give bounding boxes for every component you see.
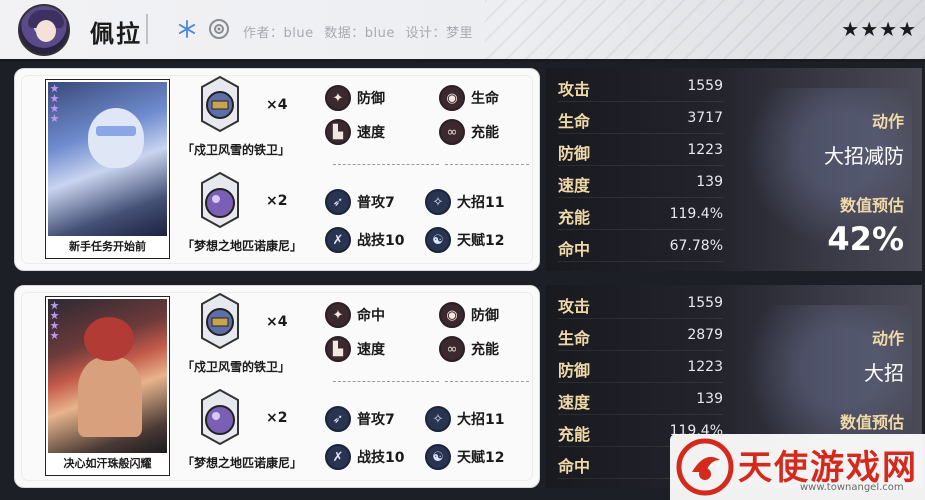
trace-basic-attack: ➶ 普攻7	[325, 404, 395, 434]
trace-talent: ☯ 天赋12	[425, 225, 504, 255]
divider	[445, 381, 529, 382]
relic-set-name: 「戍卫风雪的铁卫」	[182, 143, 291, 157]
relic-count: ×2	[266, 410, 288, 426]
action-value: 大招减防	[824, 144, 904, 168]
character-avatar	[18, 4, 70, 56]
character-name: 佩拉	[90, 20, 142, 48]
rarity-stars: ★★★★	[841, 17, 917, 41]
estimate-label: 数值预估	[839, 413, 904, 432]
action-label: 动作	[871, 112, 904, 131]
build-row-1: 新手任务开始前 ×4 「戍卫风雪的铁卫」 ×2 「梦想之地匹诺康尼」 ✦ 防御	[14, 68, 922, 271]
body-icon: ✦	[325, 302, 351, 328]
trace-ultimate: ✧ 大招11	[425, 404, 504, 434]
build-card: 决心如汗珠般闪耀 ×4 「戍卫风雪的铁卫」 ×2 「梦想之地匹诺康尼」 ✦ 命中…	[14, 285, 540, 488]
relic-count: ×4	[266, 314, 288, 330]
lightcone-art	[48, 299, 167, 453]
divider	[333, 164, 439, 165]
main-stat-body: ✦ 命中	[325, 300, 385, 330]
main-stat-sphere: ◉ 生命	[439, 83, 499, 113]
talent-icon: ☯	[425, 444, 451, 470]
build-card: 新手任务开始前 ×4 「戍卫风雪的铁卫」 ×2 「梦想之地匹诺康尼」 ✦ 防御	[14, 68, 540, 271]
relic-set-name: 「梦想之地匹诺康尼」	[182, 456, 303, 470]
trace-ultimate: ✧ 大招11	[425, 187, 504, 217]
nihility-path-icon	[209, 19, 229, 39]
stat-row: 速度 139	[558, 168, 723, 198]
lightcone-name: 决心如汗珠般闪耀	[63, 457, 152, 470]
stat-row: 防御 1223	[558, 353, 723, 383]
action-label: 动作	[871, 329, 904, 348]
ultimate-icon: ✧	[425, 406, 451, 432]
relic-set-2pc: ×2 「梦想之地匹诺康尼」	[180, 386, 328, 474]
trace-skill: ✗ 战技10	[325, 225, 404, 255]
divider	[445, 164, 529, 165]
lightcone-rarity-stars	[50, 84, 59, 123]
stat-row: 防御 1223	[558, 136, 723, 166]
sphere-icon: ◉	[439, 85, 465, 111]
relic-set-name: 「梦想之地匹诺康尼」	[182, 239, 303, 253]
skill-icon: ✗	[325, 444, 351, 470]
stat-row: 速度 139	[558, 385, 723, 415]
trace-skill: ✗ 战技10	[325, 442, 404, 472]
penacony-relic-icon	[201, 388, 239, 446]
rope-icon: ∞	[439, 336, 465, 362]
stat-row: 命中 67.78%	[558, 232, 723, 262]
main-stat-sphere: ◉ 防御	[439, 300, 499, 330]
relic-count: ×2	[266, 193, 288, 209]
ultimate-icon: ✧	[425, 189, 451, 215]
boots-icon: ▙	[325, 119, 351, 145]
main-stat-boots: ▙ 速度	[325, 334, 385, 364]
body-icon: ✦	[325, 85, 351, 111]
rope-icon: ∞	[439, 119, 465, 145]
stat-row: 攻击 1559	[558, 289, 723, 319]
main-stat-body: ✦ 防御	[325, 83, 385, 113]
watermark-url: www.townangel.com	[800, 482, 904, 493]
relic-set-2pc: ×2 「梦想之地匹诺康尼」	[180, 169, 328, 257]
sphere-icon: ◉	[439, 302, 465, 328]
relic-set-4pc: ×4 「戍卫风雪的铁卫」	[180, 73, 328, 161]
estimate-value: 42%	[827, 220, 904, 258]
header-divider	[146, 14, 148, 44]
credit-data: 数据：blue	[324, 26, 395, 41]
iron-guard-relic-icon	[201, 75, 239, 133]
trace-talent: ☯ 天赋12	[425, 442, 504, 472]
lightcone-portrait: 决心如汗珠般闪耀	[45, 296, 170, 476]
main-stat-boots: ▙ 速度	[325, 117, 385, 147]
stat-row: 攻击 1559	[558, 72, 723, 102]
main-stat-rope: ∞ 充能	[439, 334, 499, 364]
main-stat-rope: ∞ 充能	[439, 117, 499, 147]
boots-icon: ▙	[325, 336, 351, 362]
lightcone-art	[48, 82, 167, 236]
site-watermark: 天使游戏网 www.townangel.com	[670, 434, 925, 500]
relic-set-name: 「戍卫风雪的铁卫」	[182, 360, 291, 374]
bow-icon: ➶	[325, 406, 351, 432]
penacony-relic-icon	[201, 171, 239, 229]
lightcone-name: 新手任务开始前	[69, 240, 146, 253]
ice-element-icon	[178, 20, 196, 38]
relic-count: ×4	[266, 97, 288, 113]
iron-guard-relic-icon	[201, 292, 239, 350]
header-bar: 佩拉 作者：blue 数据：blue 设计：梦里 ★★★★	[0, 0, 925, 62]
lightcone-rarity-stars	[50, 301, 59, 340]
skill-icon: ✗	[325, 227, 351, 253]
estimate-label: 数值预估	[839, 196, 904, 215]
credits: 作者：blue 数据：blue 设计：梦里	[243, 22, 479, 41]
bow-icon: ➶	[325, 189, 351, 215]
credit-author: 作者：blue	[243, 26, 314, 41]
divider	[333, 381, 439, 382]
stats-panel: 攻击 1559 生命 3717 防御 1223 速度 139 充能 119.4% 命中 67…	[546, 68, 922, 271]
stat-row: 充能 119.4%	[558, 200, 723, 230]
talent-icon: ☯	[425, 227, 451, 253]
relic-set-4pc: ×4 「戍卫风雪的铁卫」	[180, 290, 328, 378]
lightcone-portrait: 新手任务开始前	[45, 79, 170, 259]
stat-row: 生命 3717	[558, 104, 723, 134]
action-value: 大招	[864, 361, 904, 385]
stat-row: 生命 2879	[558, 321, 723, 351]
trace-basic-attack: ➶ 普攻7	[325, 187, 395, 217]
credit-design: 设计：梦里	[405, 26, 474, 41]
site-logo-icon	[676, 438, 734, 496]
